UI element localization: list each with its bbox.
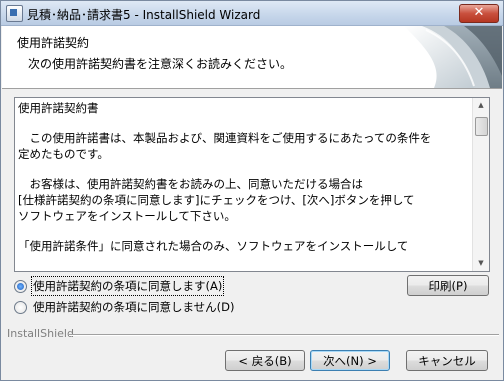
close-button[interactable]: ✕ (459, 4, 499, 23)
header-title: 使用許諾契約 (17, 36, 90, 50)
decline-label[interactable]: 使用許諾契約の条項に同意しません(D) (33, 299, 234, 315)
window-title: 見積･納品･請求書5 - InstallShield Wizard (27, 8, 261, 22)
license-scrollbar[interactable]: ▲ ▼ (472, 98, 489, 271)
license-text-box[interactable]: 使用許諾契約書 この使用許諾書は、本製品および、関連資料をご使用するにあたっての… (14, 97, 490, 272)
header-subtitle: 次の使用許諾契約書を注意深くお読みください。 (28, 57, 293, 71)
license-line: ソフトウェアをインストールして下さい。 (18, 209, 236, 223)
accept-radio[interactable] (14, 279, 27, 293)
footer-divider (69, 334, 499, 336)
accept-label[interactable]: 使用許諾契約の条項に同意します(A) (30, 276, 225, 296)
license-line: この使用許諾書は、本製品および、関連資料をご使用するにあたっての条件を (18, 131, 432, 145)
license-text: 使用許諾契約書 この使用許諾書は、本製品および、関連資料をご使用するにあたっての… (18, 100, 468, 254)
license-line: お客様は、使用許諾契約書をお読みの上、同意いただける場合は (18, 177, 363, 191)
cancel-button[interactable]: キャンセル (406, 350, 488, 371)
decline-radio[interactable] (14, 300, 27, 314)
back-button[interactable]: < 戻る(B) (225, 350, 305, 371)
accept-option[interactable]: 使用許諾契約の条項に同意します(A) (14, 276, 225, 296)
decline-option[interactable]: 使用許諾契約の条項に同意しません(D) (14, 299, 234, 315)
print-button[interactable]: 印刷(P) (407, 275, 489, 296)
title-bar: 見積･納品･請求書5 - InstallShield Wizard ✕ (1, 1, 503, 26)
installshield-brand: InstallShield (7, 327, 74, 340)
wizard-header: 使用許諾契約 次の使用許諾契約書を注意深くお読みください。 (2, 26, 502, 89)
license-line: 定めたものです。 (18, 147, 109, 161)
installer-icon (6, 5, 23, 22)
license-heading: 使用許諾契約書 (18, 101, 99, 115)
license-line: [仕様許諾契約の条項に同意します]にチェックをつけ、[次へ]ボタンを押して (18, 193, 415, 207)
banner-graphic-icon (404, 26, 502, 88)
license-line: 「使用許諾条件」に同意された場合のみ、ソフトウェアをインストールして (18, 239, 409, 253)
installer-window: 見積･納品･請求書5 - InstallShield Wizard ✕ 使用許諾… (0, 0, 504, 381)
scroll-thumb[interactable] (475, 117, 488, 136)
next-button[interactable]: 次へ(N) > (310, 350, 390, 371)
scroll-up-icon[interactable]: ▲ (474, 98, 488, 113)
scroll-down-icon[interactable]: ▼ (474, 256, 488, 271)
